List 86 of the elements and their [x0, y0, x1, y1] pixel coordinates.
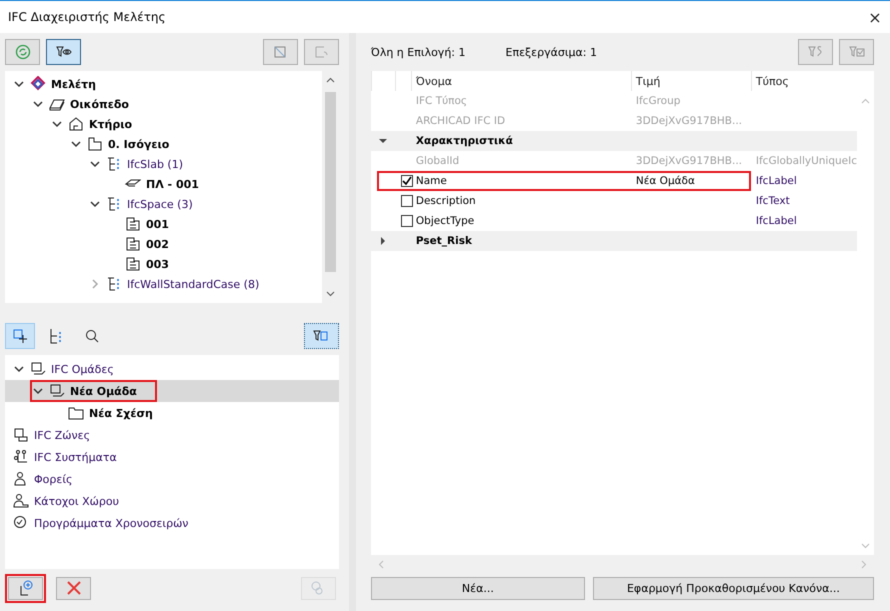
- frame-nodes-icon: [272, 44, 288, 60]
- tree-item[interactable]: IfcSlab (1): [127, 158, 184, 170]
- person-icon: [13, 493, 29, 509]
- tree-item[interactable]: 003: [146, 258, 169, 270]
- delete-icon: [66, 580, 82, 596]
- refresh-button[interactable]: [5, 39, 40, 65]
- tree-row[interactable]: IFC Ομάδες: [5, 358, 339, 380]
- room-icon: [125, 256, 141, 272]
- property-name: ObjectType: [414, 215, 476, 227]
- delete-button[interactable]: [56, 576, 91, 600]
- tree-item[interactable]: Μελέτη: [51, 78, 96, 90]
- tree-row[interactable]: Κάτοχοι Χώρου: [5, 490, 339, 512]
- tree-item[interactable]: IfcWallStandardCase (8): [127, 278, 260, 290]
- room-icon: [125, 236, 141, 252]
- group-icon: [49, 383, 65, 399]
- network-icon: [13, 449, 29, 465]
- tree-item[interactable]: Κάτοχοι Χώρου: [34, 494, 119, 508]
- property-value: IfcGroup: [634, 95, 682, 107]
- clock-icon: [13, 515, 29, 531]
- window-title: IFC Διαχειριστής Μελέτης: [8, 10, 166, 24]
- close-button[interactable]: ×: [862, 7, 888, 27]
- floor-icon: [87, 136, 103, 152]
- section-row[interactable]: Χαρακτηριστικά: [370, 131, 857, 151]
- checkbox[interactable]: [400, 215, 413, 227]
- property-value: 3DDejXvG917BHB...: [634, 115, 744, 127]
- filter-view-button[interactable]: [46, 39, 81, 65]
- editable-count: Επεξεργάσιμα: 1: [506, 46, 597, 58]
- section-row[interactable]: Pset_Risk: [370, 231, 857, 251]
- property-name: IFC Τύπος: [414, 95, 468, 107]
- tree-item[interactable]: 001: [146, 218, 169, 230]
- section-title: Χαρακτηριστικά: [414, 135, 514, 147]
- property-value[interactable]: Νέα Ομάδα: [630, 175, 749, 187]
- hierarchy-icon: [48, 328, 64, 344]
- apply-rule-button[interactable]: Εφαρμογή Προκαθορισμένου Κανόνα...: [592, 576, 874, 600]
- filter-selection-button[interactable]: [304, 323, 339, 349]
- folder-icon: [68, 405, 84, 421]
- tree-item[interactable]: Φορείς: [34, 472, 72, 486]
- tree-item[interactable]: Οικόπεδο: [70, 98, 129, 110]
- hierarchy-icon: [106, 276, 122, 292]
- hierarchy-icon: [106, 156, 122, 172]
- house-icon: [68, 116, 84, 132]
- add-group-icon: [12, 328, 28, 344]
- new-button[interactable]: Νέα...: [370, 576, 585, 600]
- refresh-icon: [14, 44, 30, 60]
- tree-item[interactable]: IFC Ομάδες: [51, 362, 114, 376]
- property-type: IfcGloballyUniqueIc: [754, 155, 857, 167]
- tree-item[interactable]: 002: [146, 238, 169, 250]
- tree-row[interactable]: IFC Συστήματα: [5, 446, 339, 468]
- filter-checked-button[interactable]: [839, 39, 874, 65]
- tree-item[interactable]: IFC Συστήματα: [34, 450, 117, 464]
- tree-item[interactable]: Νέα Σχέση: [89, 406, 153, 420]
- property-name: ARCHICAD IFC ID: [414, 115, 506, 127]
- property-type: IfcLabel: [754, 215, 798, 227]
- project-logo-icon: [30, 76, 46, 92]
- tree-item[interactable]: IfcSpace (3): [127, 198, 193, 210]
- checkbox[interactable]: [400, 175, 413, 187]
- section-title: Pset_Risk: [414, 235, 473, 247]
- tree-row[interactable]: Προγράμματα Χρονοσειρών: [5, 512, 339, 534]
- tree-row[interactable]: Νέα Σχέση: [5, 402, 339, 424]
- property-type: IfcLabel: [754, 175, 798, 187]
- tree-item[interactable]: Προγράμματα Χρονοσειρών: [34, 516, 188, 530]
- tree-item[interactable]: ΠΛ - 001: [146, 178, 199, 190]
- property-name: Name: [414, 175, 448, 187]
- property-name: Description: [414, 195, 477, 207]
- hierarchy-icon: [106, 196, 122, 212]
- group-icon: [30, 361, 46, 377]
- property-name: GlobalId: [414, 155, 460, 167]
- search-icon: [84, 328, 100, 344]
- tree-item[interactable]: IFC Ζώνες: [34, 428, 90, 442]
- tree-row[interactable]: IFC Ζώνες: [5, 424, 339, 446]
- zone-icon: [13, 427, 29, 443]
- tree-item[interactable]: Νέα Ομάδα: [70, 384, 137, 398]
- tree-item[interactable]: 0. Ισόγειο: [108, 138, 170, 150]
- tree-item[interactable]: Κτήριο: [89, 118, 132, 130]
- scroll-up-icon[interactable]: [326, 76, 335, 85]
- tree-row[interactable]: Φορείς: [5, 468, 339, 490]
- checkbox[interactable]: [400, 195, 413, 207]
- frame-arrow-icon: [313, 44, 330, 60]
- add-icon: [18, 580, 34, 596]
- room-icon: [125, 216, 141, 232]
- scroll-down-icon[interactable]: [326, 289, 335, 298]
- property-type: IfcText: [754, 195, 791, 207]
- selection-count: Όλη η Επιλογή: 1: [370, 46, 466, 58]
- property-value: 3DDejXvG917BHB...: [634, 155, 744, 167]
- tree-row[interactable]: Νέα Ομάδα: [5, 380, 339, 402]
- select-elements-button[interactable]: [262, 39, 298, 65]
